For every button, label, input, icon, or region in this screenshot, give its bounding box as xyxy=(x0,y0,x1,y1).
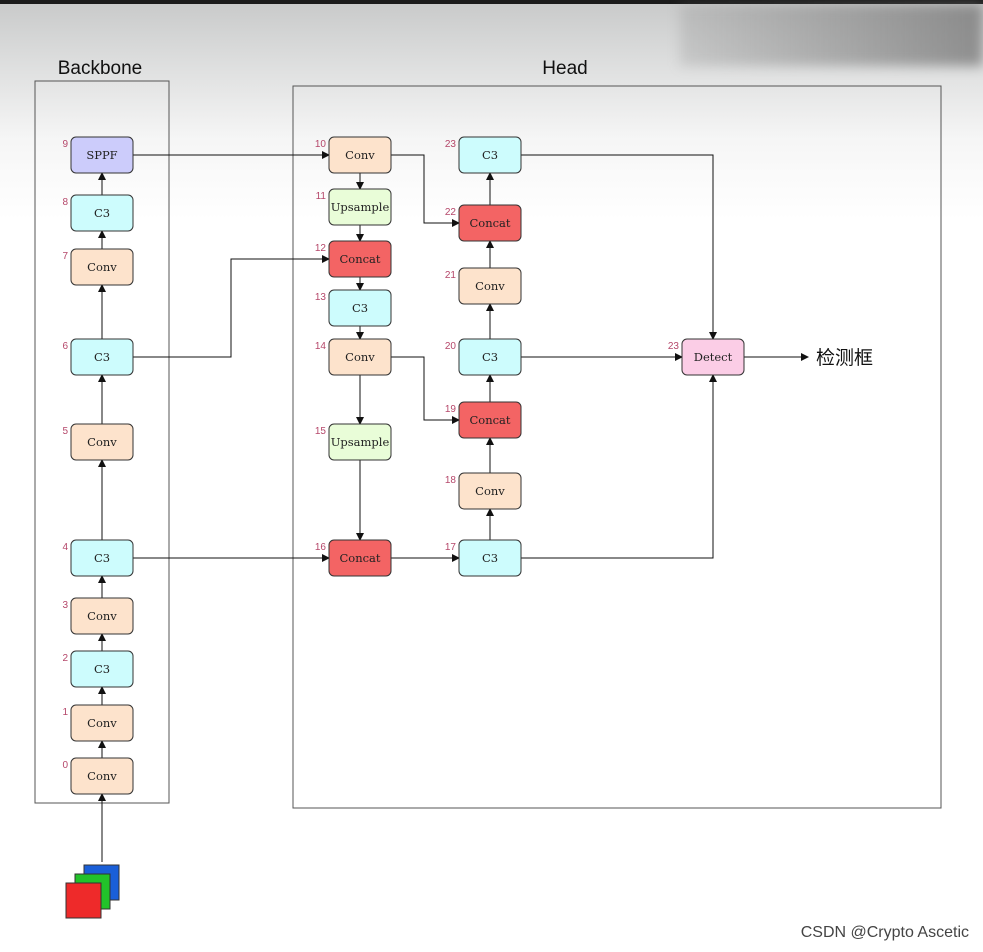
watermark: CSDN @Crypto Ascetic xyxy=(800,924,969,941)
node-conv-18: Conv 18 xyxy=(445,472,522,510)
node-index: 21 xyxy=(445,270,457,281)
head-title: Head xyxy=(542,58,587,79)
node-index: 3 xyxy=(62,600,68,611)
node-index: 8 xyxy=(62,197,68,208)
node-label: C3 xyxy=(352,301,368,315)
node-label: Concat xyxy=(469,216,510,230)
node-label: Conv xyxy=(345,350,375,364)
node-label: C3 xyxy=(482,551,498,565)
yolov5-architecture-diagram: Backbone Head Conv 0 Conv 1 C3 2 Conv 3 C3 4 Conv 5… xyxy=(34,58,942,919)
node-label: Upsample xyxy=(331,200,390,214)
node-label: C3 xyxy=(94,350,110,364)
node-index: 10 xyxy=(315,139,327,150)
node-label: Conv xyxy=(475,484,505,498)
node-c3-4: C3 4 xyxy=(62,539,134,577)
node-label: C3 xyxy=(94,206,110,220)
node-label: C3 xyxy=(94,662,110,676)
node-label: Concat xyxy=(339,252,380,266)
node-conv-14: Conv 14 xyxy=(315,338,392,376)
node-label: Upsample xyxy=(331,435,390,449)
node-label: Conv xyxy=(87,716,117,730)
backbone-title: Backbone xyxy=(58,58,143,79)
edge-h17-detect xyxy=(521,374,717,559)
node-index: 5 xyxy=(62,426,68,437)
node-index: 23 xyxy=(445,139,457,150)
input-image-icon xyxy=(65,864,120,919)
node-label: Conv xyxy=(87,435,117,449)
edge-b6-h12 xyxy=(133,255,330,358)
node-index: 19 xyxy=(445,404,457,415)
node-index: 2 xyxy=(62,653,68,664)
node-label: Conv xyxy=(345,148,375,162)
node-index: 18 xyxy=(445,475,457,486)
node-label: C3 xyxy=(482,350,498,364)
node-c3-20: C3 20 xyxy=(445,338,522,376)
node-label: Conv xyxy=(475,279,505,293)
node-c3-6: C3 6 xyxy=(62,338,134,376)
node-index: 20 xyxy=(445,341,457,352)
node-index: 1 xyxy=(62,707,68,718)
node-index: 6 xyxy=(62,341,68,352)
node-c3-2: C3 2 xyxy=(62,650,134,688)
node-label: C3 xyxy=(94,551,110,565)
node-label: Concat xyxy=(469,413,510,427)
node-label: Conv xyxy=(87,769,117,783)
node-index: 22 xyxy=(445,207,457,218)
node-conv-0: Conv 0 xyxy=(62,757,134,795)
node-label: C3 xyxy=(482,148,498,162)
node-index: 14 xyxy=(315,341,327,352)
node-c3-13: C3 13 xyxy=(315,289,392,327)
node-conv-7: Conv 7 xyxy=(62,248,134,286)
node-label: Concat xyxy=(339,551,380,565)
node-conv-3: Conv 3 xyxy=(62,597,134,635)
node-index: 23 xyxy=(668,341,680,352)
node-index: 15 xyxy=(315,426,327,437)
node-upsample-15: Upsample 15 xyxy=(315,423,392,461)
node-label: SPPF xyxy=(86,148,117,162)
node-sppf-9: SPPF 9 xyxy=(62,136,134,174)
node-index: 4 xyxy=(62,542,68,553)
node-index: 16 xyxy=(315,542,327,553)
node-index: 7 xyxy=(62,251,68,262)
node-label: Conv xyxy=(87,260,117,274)
output-label: 检测框 xyxy=(816,347,873,369)
node-c3-8: C3 8 xyxy=(62,194,134,232)
node-index: 17 xyxy=(445,542,457,553)
node-label: Detect xyxy=(694,350,733,364)
node-conv-5: Conv 5 xyxy=(62,423,134,461)
node-c3-23: C3 23 xyxy=(445,136,522,174)
edge-h23-detect xyxy=(521,154,717,340)
node-index: 11 xyxy=(316,191,327,202)
node-conv-1: Conv 1 xyxy=(62,704,134,742)
node-conv-21: Conv 21 xyxy=(445,267,522,305)
node-label: Conv xyxy=(87,609,117,623)
node-index: 13 xyxy=(315,292,327,303)
node-index: 9 xyxy=(62,139,68,150)
node-index: 0 xyxy=(62,760,68,771)
node-upsample-11: Upsample 11 xyxy=(316,188,392,226)
node-index: 12 xyxy=(315,243,327,254)
